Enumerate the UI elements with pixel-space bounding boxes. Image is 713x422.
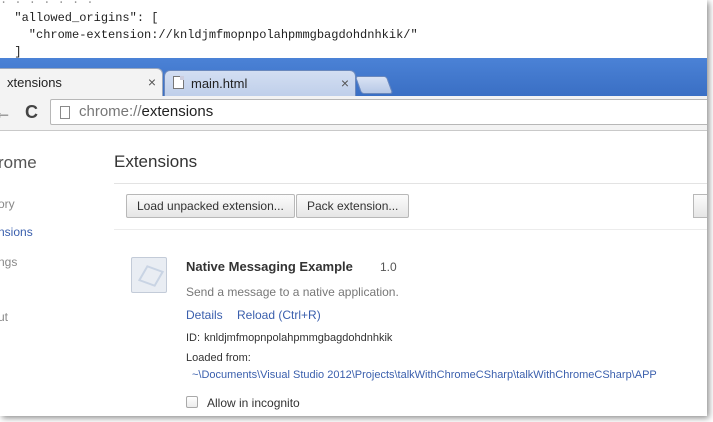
tab-title: xtensions (7, 75, 62, 90)
extension-id-label: ID: (186, 332, 201, 344)
code-line-origin: "chrome-extension://knldjmfmopnpolahpmmg… (0, 28, 418, 42)
load-unpacked-button[interactable]: Load unpacked extension... (126, 194, 295, 218)
address-bar[interactable]: chrome://extensions (50, 99, 707, 125)
sidebar: rome ory nsions ngs ut (0, 131, 96, 416)
screenshot-frame: . . . . . . . "allowed_origins": [ "chro… (0, 0, 707, 416)
tab-main-html[interactable]: main.html × (164, 70, 356, 96)
reload-icon[interactable]: C (25, 102, 38, 123)
extension-name: Native Messaging Example (186, 259, 353, 274)
page-title: Extensions (114, 152, 198, 171)
back-arrow-icon[interactable]: ← (0, 102, 12, 123)
url-path: extensions (141, 103, 214, 120)
loaded-from-label: Loaded from: (186, 352, 251, 364)
divider (114, 183, 707, 184)
code-line-cut: . . . . . . . (0, 0, 94, 7)
reload-link[interactable]: Reload (Ctrl+R) (237, 308, 321, 322)
details-link[interactable]: Details (186, 308, 223, 322)
document-icon (173, 76, 184, 89)
incognito-checkbox[interactable] (186, 396, 198, 408)
sidebar-title: rome (0, 153, 37, 172)
tab-extensions[interactable]: xtensions × (0, 68, 163, 96)
extension-version: 1.0 (380, 260, 397, 274)
close-icon[interactable]: × (341, 75, 349, 91)
extension-id-row: ID: knldjmfmopnpolahpmmgbagdohdnhkik (186, 332, 392, 344)
sidebar-item-about[interactable]: ut (0, 310, 8, 324)
page-icon (60, 106, 70, 119)
code-line-allowed-origins: "allowed_origins": [ (0, 11, 159, 25)
manifest-code-snippet: . . . . . . . "allowed_origins": [ "chro… (0, 0, 707, 58)
tab-strip: xtensions × main.html × (0, 58, 707, 96)
sidebar-item-settings[interactable]: ngs (0, 255, 17, 269)
browser-toolbar: ← C chrome://extensions (0, 96, 707, 131)
address-url[interactable]: chrome://extensions (79, 103, 213, 120)
sidebar-item-history[interactable]: ory (0, 197, 15, 211)
url-scheme: chrome:// (79, 103, 142, 120)
extension-description: Send a message to a native application. (186, 285, 399, 299)
divider (114, 229, 707, 230)
pack-extension-button[interactable]: Pack extension... (296, 194, 410, 218)
puzzle-cube-icon (137, 265, 165, 287)
close-icon[interactable]: × (148, 74, 156, 90)
extensions-page: Extensions Load unpacked extension... Pa… (96, 131, 707, 416)
incognito-label[interactable]: Allow in incognito (207, 396, 300, 410)
loaded-from-path-link[interactable]: ~\Documents\Visual Studio 2012\Projects\… (192, 369, 657, 381)
sidebar-item-extensions[interactable]: nsions (0, 225, 33, 239)
extension-id-value: knldjmfmopnpolahpmmgbagdohdnhkik (204, 332, 393, 344)
code-line-close: ] (0, 45, 22, 58)
new-tab-button[interactable] (354, 76, 394, 94)
tab-title: main.html (191, 76, 248, 91)
extension-icon (131, 257, 167, 293)
update-button-edge[interactable] (693, 194, 707, 218)
